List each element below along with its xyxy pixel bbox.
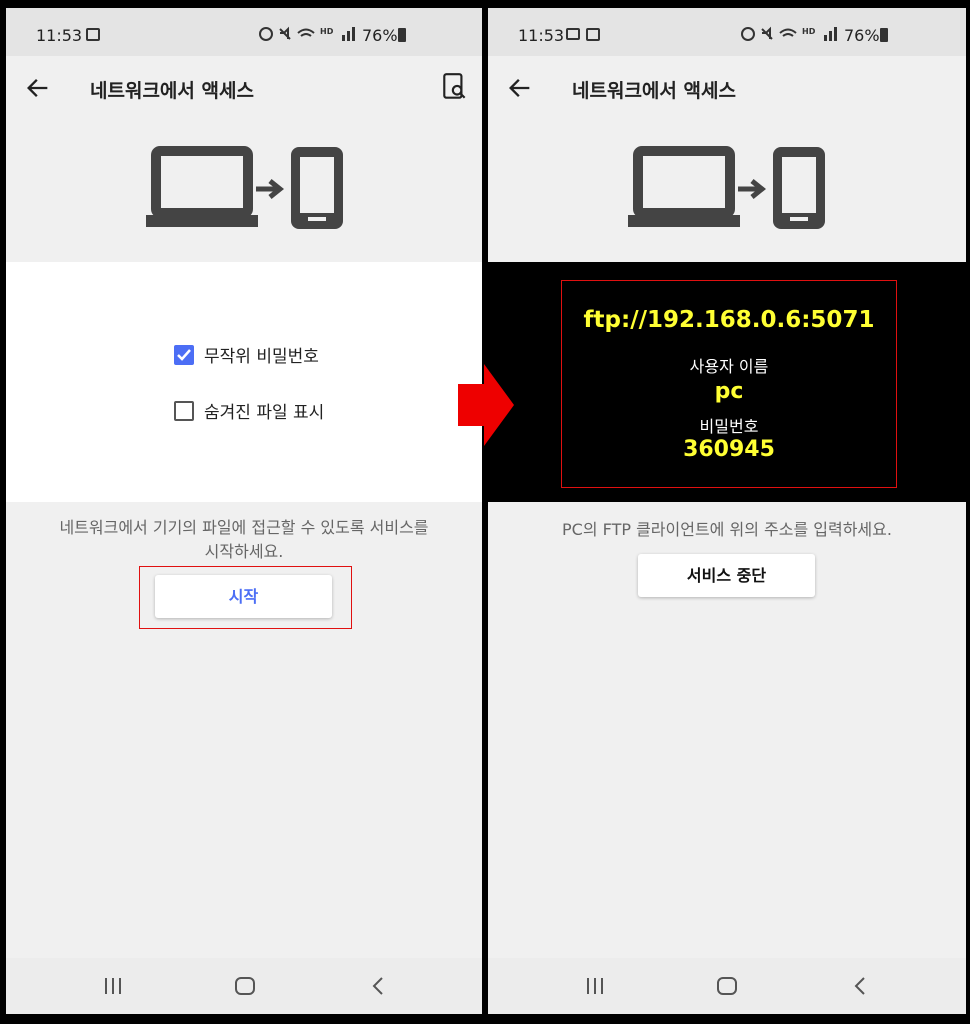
laptop-icon [146,146,258,227]
nav-back-icon[interactable] [850,976,872,996]
username-value: pc [714,379,744,404]
status-icons: HD [741,26,837,41]
battery-percent: 76% [844,26,880,45]
checkbox-unchecked-icon[interactable] [174,400,194,421]
laptop-icon [628,146,740,227]
status-time: 11:53 [518,26,565,45]
battery-icon [880,28,888,42]
recent-apps-icon[interactable] [102,976,124,996]
ftp-instruction: PC의 FTP 클라이언트에 위의 주소를 입력하세요. [562,520,892,539]
username-label: 사용자 이름 [689,357,769,376]
option-label: 숨겨진 파일 표시 [204,403,325,423]
stop-service-button[interactable]: 서비스 중단 [638,554,815,597]
status-bar: 11:53 HD 76% [488,8,966,56]
svg-text:HD: HD [802,27,816,36]
gallery-icon [586,28,600,41]
password-value: 360945 [683,437,775,462]
home-icon[interactable] [234,976,256,996]
navigation-bar [6,958,482,1014]
show-hidden-files-option[interactable]: 숨겨진 파일 표시 [174,398,324,423]
page-title: 네트워크에서 액세스 [90,80,254,102]
red-arrow-icon [458,364,514,446]
ftp-address: ftp://192.168.0.6:5071 [583,307,875,333]
battery-percent: 76% [362,26,398,45]
back-arrow-icon[interactable] [24,74,52,102]
app-bar: 네트워크에서 액세스 [488,56,966,120]
left-screen: 11:53 HD 76% 네트워크에서 액세스 무작위 비밀번호 숨겨진 파일 … [6,8,482,1014]
back-arrow-icon[interactable] [506,74,534,102]
right-screen: 11:53 HD 76% 네트워크에서 액세스 ftp://192.168.0.… [488,8,966,1014]
battery-icon [398,28,406,42]
home-icon[interactable] [716,976,738,996]
start-button[interactable]: 시작 [155,575,332,618]
connection-info-panel: ftp://192.168.0.6:5071 사용자 이름 pc 비밀번호 36… [488,262,966,502]
status-icons: HD [259,26,355,41]
random-password-option[interactable]: 무작위 비밀번호 [174,342,319,367]
checkbox-checked-icon[interactable] [174,344,194,365]
screen-mirror-icon [566,28,580,40]
app-bar: 네트워크에서 액세스 [6,56,482,120]
password-label: 비밀번호 [699,417,759,436]
storage-search-icon[interactable] [442,72,468,102]
highlight-frame: ftp://192.168.0.6:5071 사용자 이름 pc 비밀번호 36… [561,280,897,488]
phone-icon [291,147,343,229]
status-bar: 11:53 HD 76% [6,8,482,56]
laptop-to-phone-illustration [628,146,825,229]
recent-apps-icon[interactable] [584,976,606,996]
phone-icon [773,147,825,229]
laptop-to-phone-illustration [146,146,343,229]
option-label: 무작위 비밀번호 [204,347,319,367]
gallery-icon [86,28,100,41]
navigation-bar [488,958,966,1014]
options-panel: 무작위 비밀번호 숨겨진 파일 표시 [6,262,482,502]
nav-back-icon[interactable] [368,976,390,996]
service-description: 네트워크에서 기기의 파일에 접근할 수 있도록 서비스를 시작하세요. [59,518,429,561]
status-time: 11:53 [36,26,83,45]
svg-text:HD: HD [320,27,334,36]
page-title: 네트워크에서 액세스 [572,80,736,102]
